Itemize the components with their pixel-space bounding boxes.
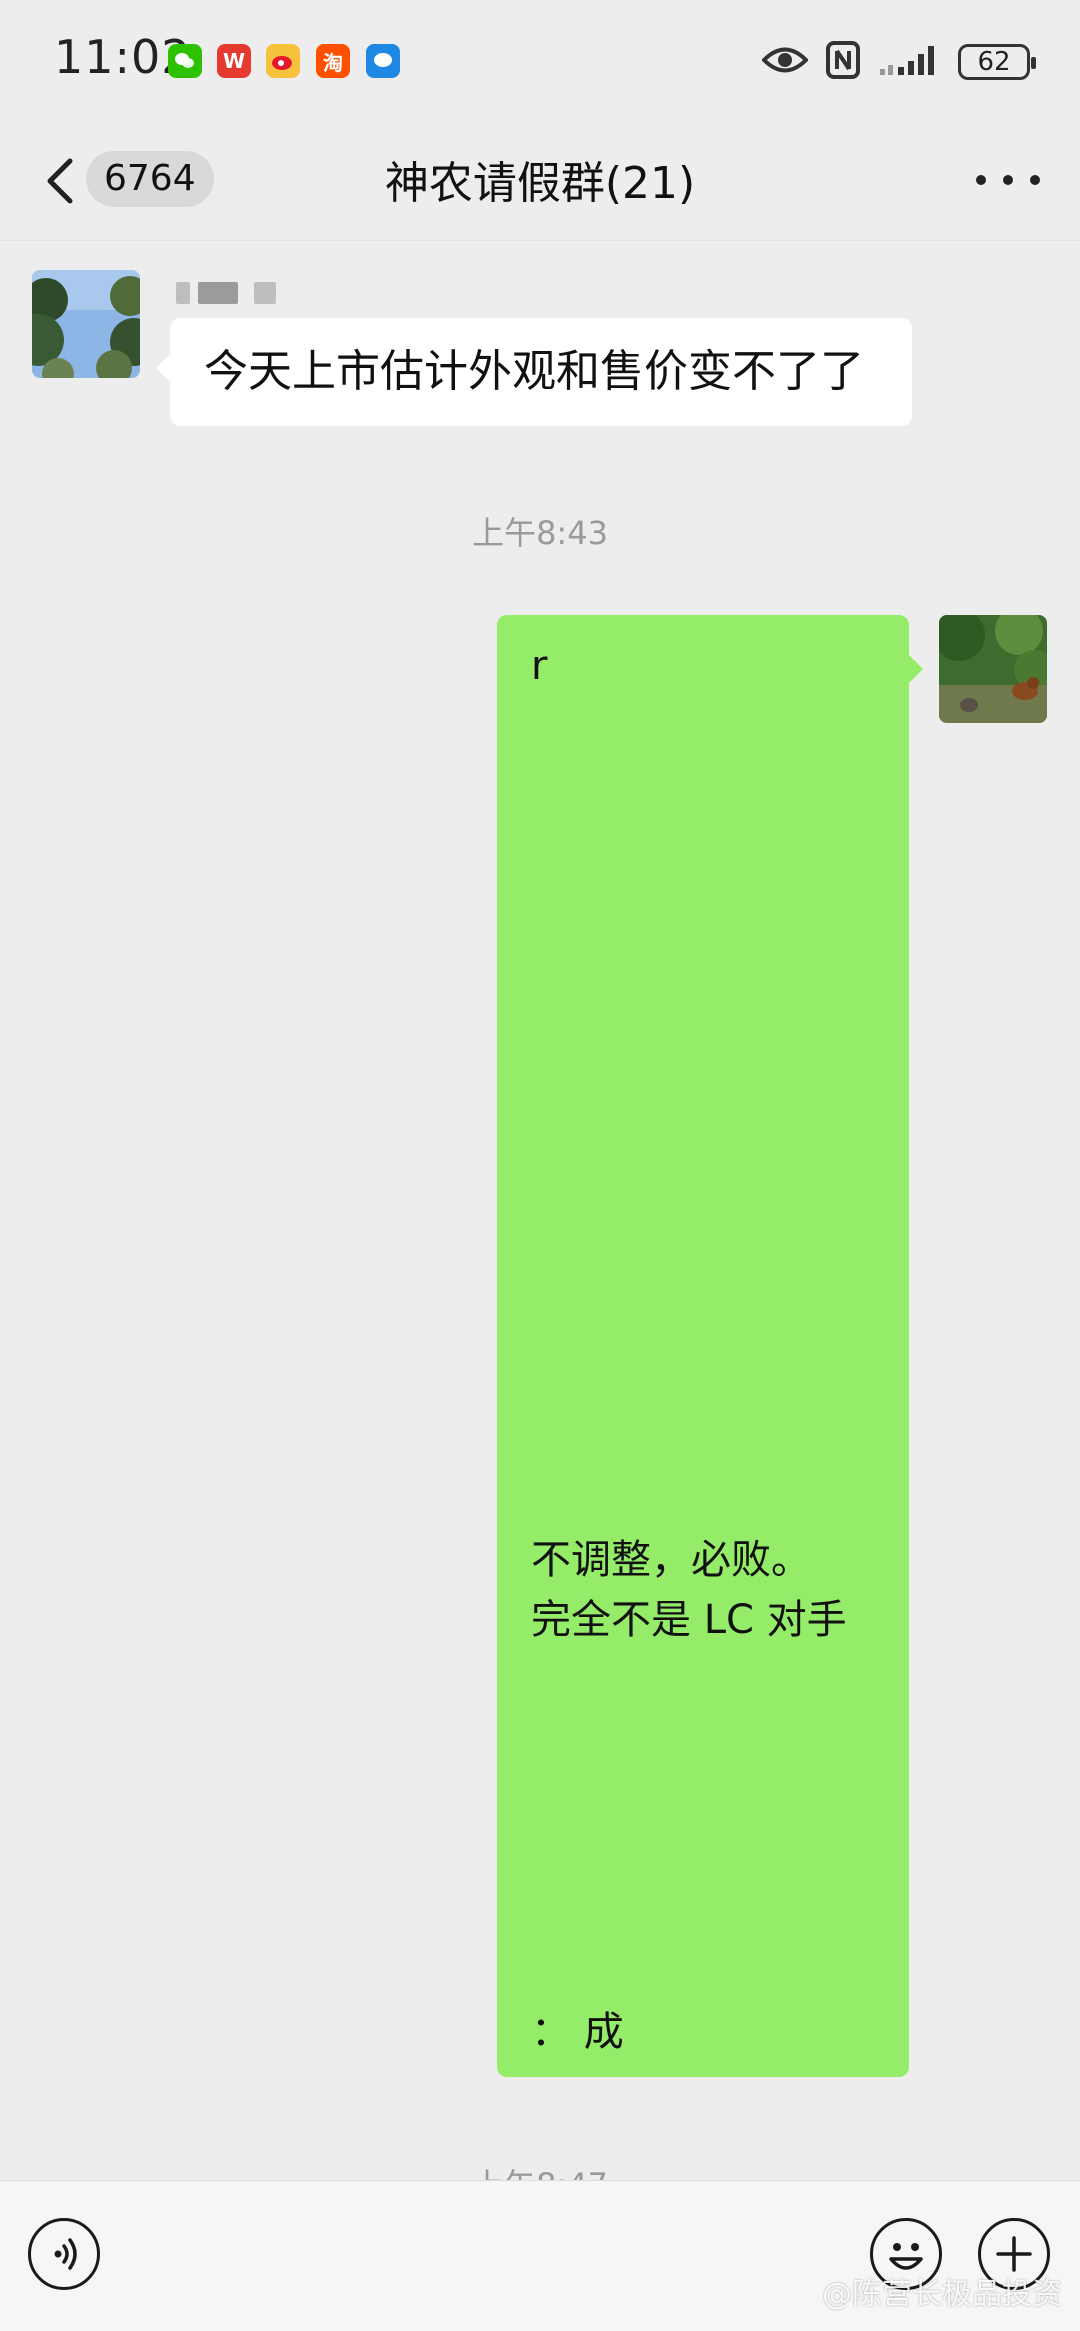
taobao-icon: 淘	[316, 44, 350, 78]
more-dot	[1030, 175, 1040, 185]
weibo-icon	[266, 44, 300, 78]
sender-avatar[interactable]	[32, 270, 140, 378]
voice-input-button[interactable]	[28, 2218, 100, 2290]
wps-icon: W	[217, 44, 251, 78]
message-line: 完全不是 LC 对手	[531, 1597, 847, 1643]
message-line: ： 成	[531, 2009, 624, 2055]
status-bar: 11:02 W 淘 62	[0, 0, 1080, 125]
signal-icon	[878, 43, 940, 81]
battery-level: 62	[977, 47, 1011, 77]
message-line: 不调整，必败。	[531, 1537, 811, 1583]
nfc-icon	[826, 41, 860, 83]
chat-screen: 11:02 W 淘 62 6764 神农请假群(21) 今天上市估计外观和售价变…	[0, 0, 1080, 2331]
sender-name-redacted	[176, 272, 286, 312]
message-icon	[366, 44, 400, 78]
more-dot	[1003, 175, 1013, 185]
chat-title: 神农请假群(21)	[384, 158, 696, 209]
message-timestamp: 上午8:43	[472, 514, 608, 552]
incoming-message-bubble[interactable]: 今天上市估计外观和售价变不了了	[156, 318, 912, 426]
chat-header: 6764 神农请假群(21)	[0, 125, 1080, 240]
voice-icon	[54, 2238, 77, 2270]
self-avatar[interactable]	[939, 615, 1047, 723]
wechat-icon	[168, 44, 202, 78]
header-divider	[0, 240, 1080, 241]
more-options-button[interactable]	[976, 155, 1040, 205]
more-dot	[976, 175, 986, 185]
message-line: r	[531, 643, 548, 689]
eye-icon	[761, 45, 809, 79]
watermark-text: @陈营长极品投资	[822, 2277, 1062, 2312]
status-icons: 62	[761, 38, 1036, 86]
battery-icon: 62	[958, 44, 1036, 80]
outgoing-message-bubble[interactable]: r 不调整，必败。 完全不是 LC 对手 ： 成	[497, 615, 923, 2077]
